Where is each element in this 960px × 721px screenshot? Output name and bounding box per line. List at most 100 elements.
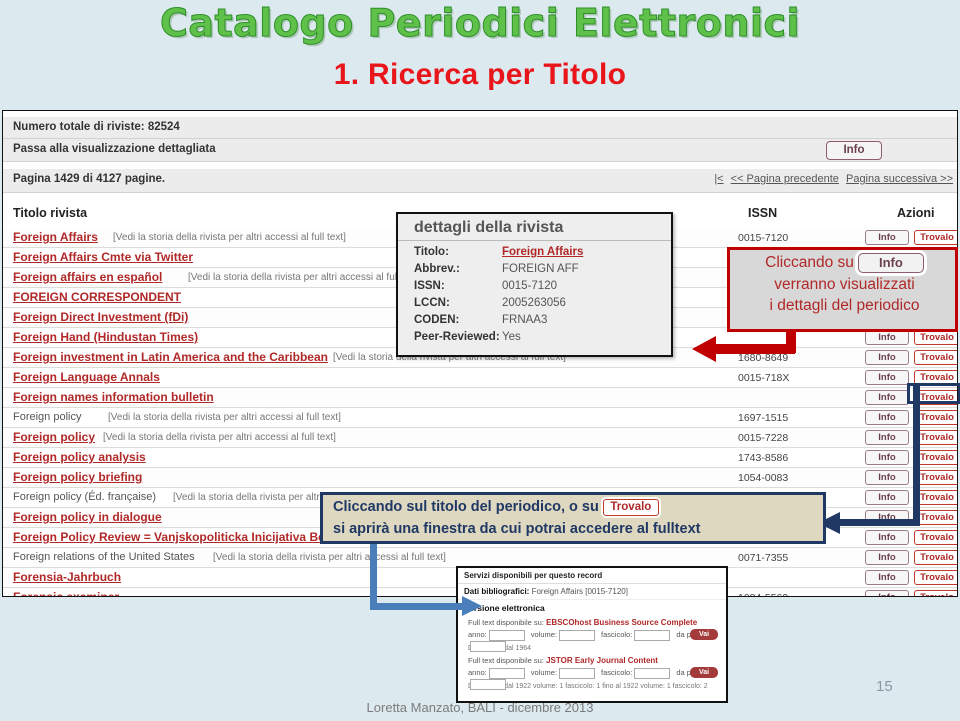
journal-title-link[interactable]: Foreign Affairs Cmte via Twitter: [13, 250, 193, 264]
provider-field-label: fascicolo:: [601, 630, 633, 640]
callout-info-line1: Cliccando su Info: [730, 250, 955, 273]
services-section-label: Versione elettronica: [464, 603, 545, 613]
provider-prefix: Full text disponibile su:: [468, 618, 544, 627]
info-button[interactable]: Info: [865, 570, 909, 585]
info-button[interactable]: Info: [865, 470, 909, 485]
trovalo-button[interactable]: Trovalo: [914, 330, 957, 345]
journal-title-link[interactable]: FOREIGN CORRESPONDENT: [13, 290, 181, 304]
trovalo-button[interactable]: Trovalo: [914, 570, 957, 585]
trovalo-highlight-box: [907, 383, 960, 404]
info-button[interactable]: Info: [865, 490, 909, 505]
journal-title-link[interactable]: Foreign Affairs: [13, 230, 98, 244]
journal-title-link[interactable]: Foreign policy analysis: [13, 450, 146, 464]
column-header-issn: ISSN: [748, 206, 778, 220]
info-button[interactable]: Info: [865, 550, 909, 565]
journal-title-note: [Vedi la storia della rivista per altri …: [108, 412, 341, 423]
info-button[interactable]: Info: [865, 350, 909, 365]
journal-issn: 0071-7355: [738, 552, 789, 564]
journal-title-link[interactable]: Foreign names information bulletin: [13, 390, 214, 404]
slide-root: Catalogo Periodici Elettronici 1. Ricerc…: [0, 0, 960, 721]
pager-first[interactable]: |<: [714, 173, 723, 185]
provider-field-input[interactable]: [559, 668, 596, 679]
callout-trovalo-line2: si aprirà una finestra da cui potrai acc…: [333, 520, 701, 537]
journal-title-note: [Vedi la storia della rivista per altri …: [213, 552, 446, 563]
info-button[interactable]: Info: [865, 390, 909, 405]
provider-field-input[interactable]: [559, 630, 596, 641]
provider-name[interactable]: JSTOR Early Journal Content: [544, 656, 658, 665]
services-biblio-label: Dati bibliografici:: [464, 587, 530, 596]
provider-go-button[interactable]: Vai: [690, 667, 718, 678]
detail-field-value[interactable]: Foreign Affairs: [502, 246, 583, 258]
journal-title-link[interactable]: Foreign investment in Latin America and …: [13, 350, 328, 364]
info-button[interactable]: Info: [865, 590, 909, 596]
detail-field-key: ISSN:: [414, 280, 445, 292]
trovalo-button[interactable]: Trovalo: [914, 410, 957, 425]
column-header-actions: Azioni: [897, 206, 935, 220]
provider-field-input[interactable]: [470, 679, 506, 690]
journal-issn: 1697-1515: [738, 412, 789, 424]
provider-prefix: Full text disponibile su:: [468, 656, 544, 665]
trovalo-button[interactable]: Trovalo: [914, 550, 957, 565]
total-journals-bar: Numero totale di riviste: 82524: [3, 117, 957, 139]
journal-title-link[interactable]: Foreign policy in dialogue: [13, 510, 162, 524]
navy-arrow-shaft-horizontal: [838, 519, 918, 526]
provider-field-label: fascicolo:: [601, 668, 633, 678]
provider-field-label: anno:: [468, 668, 487, 678]
callout-info-chip: Info: [857, 253, 924, 273]
trovalo-button[interactable]: Trovalo: [914, 350, 957, 365]
detail-field-key: LCCN:: [414, 297, 450, 309]
provider-field-input[interactable]: [488, 668, 525, 679]
provider-field-input[interactable]: [470, 641, 506, 652]
provider-field-input[interactable]: [488, 630, 525, 641]
pagination: |< << Pagina precedente Pagina successiv…: [710, 173, 953, 185]
trovalo-button[interactable]: Trovalo: [914, 590, 957, 596]
info-button-top[interactable]: Info: [826, 141, 882, 160]
trovalo-button[interactable]: Trovalo: [914, 450, 957, 465]
provider-field-input[interactable]: [634, 630, 671, 641]
table-row: Foreign policy [Vedi la storia della rivi…: [3, 428, 957, 448]
callout-info-line3: i dettagli del periodico: [769, 297, 920, 315]
trovalo-button[interactable]: Trovalo: [914, 530, 957, 545]
journal-title-link[interactable]: Foreign policy: [13, 430, 95, 444]
info-button[interactable]: Info: [865, 530, 909, 545]
table-row: Foreign relations of the United States [V…: [3, 548, 957, 568]
journal-title-link[interactable]: Foreign Direct Investment (fDi): [13, 310, 188, 324]
switch-view-bar[interactable]: Passa alla visualizzazione dettagliata: [3, 139, 957, 162]
journal-title-link[interactable]: Foreign Language Annals: [13, 370, 160, 384]
table-row: Foreign Language Annals 0015-718X Info Trov…: [3, 368, 957, 388]
journal-title-link[interactable]: Forensia-Jahrbuch: [13, 570, 121, 584]
trovalo-button[interactable]: Trovalo: [914, 490, 957, 505]
journal-detail-fields: Titolo: Foreign Affairs Abbrev.: FOREIGN AF…: [398, 241, 671, 346]
info-button[interactable]: Info: [865, 450, 909, 465]
switch-view-label[interactable]: Passa alla visualizzazione dettagliata: [13, 143, 216, 155]
journal-title-note: [Vedi la storia della rivista per altri …: [113, 232, 346, 243]
provider-field-row: anno:volume:fascicolo:da pagina:Vai: [458, 629, 726, 652]
provider-field-label: volume:: [530, 668, 558, 678]
info-button[interactable]: Info: [865, 230, 909, 245]
journal-title-link[interactable]: Foreign Policy Review = Vanjskopoliticka…: [13, 530, 333, 544]
journal-title-link[interactable]: Foreign policy briefing: [13, 470, 142, 484]
table-row: Foreign names information bulletin Info Tr…: [3, 388, 957, 408]
trovalo-button[interactable]: Trovalo: [914, 470, 957, 485]
journal-title-link[interactable]: Forensic examiner: [13, 590, 119, 596]
journal-issn: 0015-718X: [738, 372, 790, 384]
callout-info-box: Cliccando su Info verranno visualizzati i…: [727, 247, 958, 332]
navy-arrow-shaft-vertical: [913, 383, 920, 526]
journal-title-link[interactable]: Foreign affairs en español: [13, 270, 162, 284]
pager-prev[interactable]: << Pagina precedente: [731, 173, 839, 185]
blue-arrow-head: [462, 596, 482, 616]
info-button[interactable]: Info: [865, 410, 909, 425]
journal-title-link[interactable]: Foreign Hand (Hindustan Times): [13, 330, 198, 344]
info-button[interactable]: Info: [865, 430, 909, 445]
provider-name[interactable]: EBSCOhost Business Source Complete: [544, 618, 697, 627]
pager-next[interactable]: Pagina successiva >>: [846, 173, 953, 185]
trovalo-button[interactable]: Trovalo: [914, 430, 957, 445]
provider-field-input[interactable]: [634, 668, 671, 679]
trovalo-button[interactable]: Trovalo: [914, 230, 957, 245]
provider-go-button[interactable]: Vai: [690, 629, 718, 640]
trovalo-button[interactable]: Trovalo: [914, 510, 957, 525]
info-button[interactable]: Info: [865, 330, 909, 345]
slide-page-number: 15: [876, 678, 893, 695]
info-button[interactable]: Info: [865, 370, 909, 385]
detail-field-row: ISSN: 0015-7120: [414, 278, 671, 295]
